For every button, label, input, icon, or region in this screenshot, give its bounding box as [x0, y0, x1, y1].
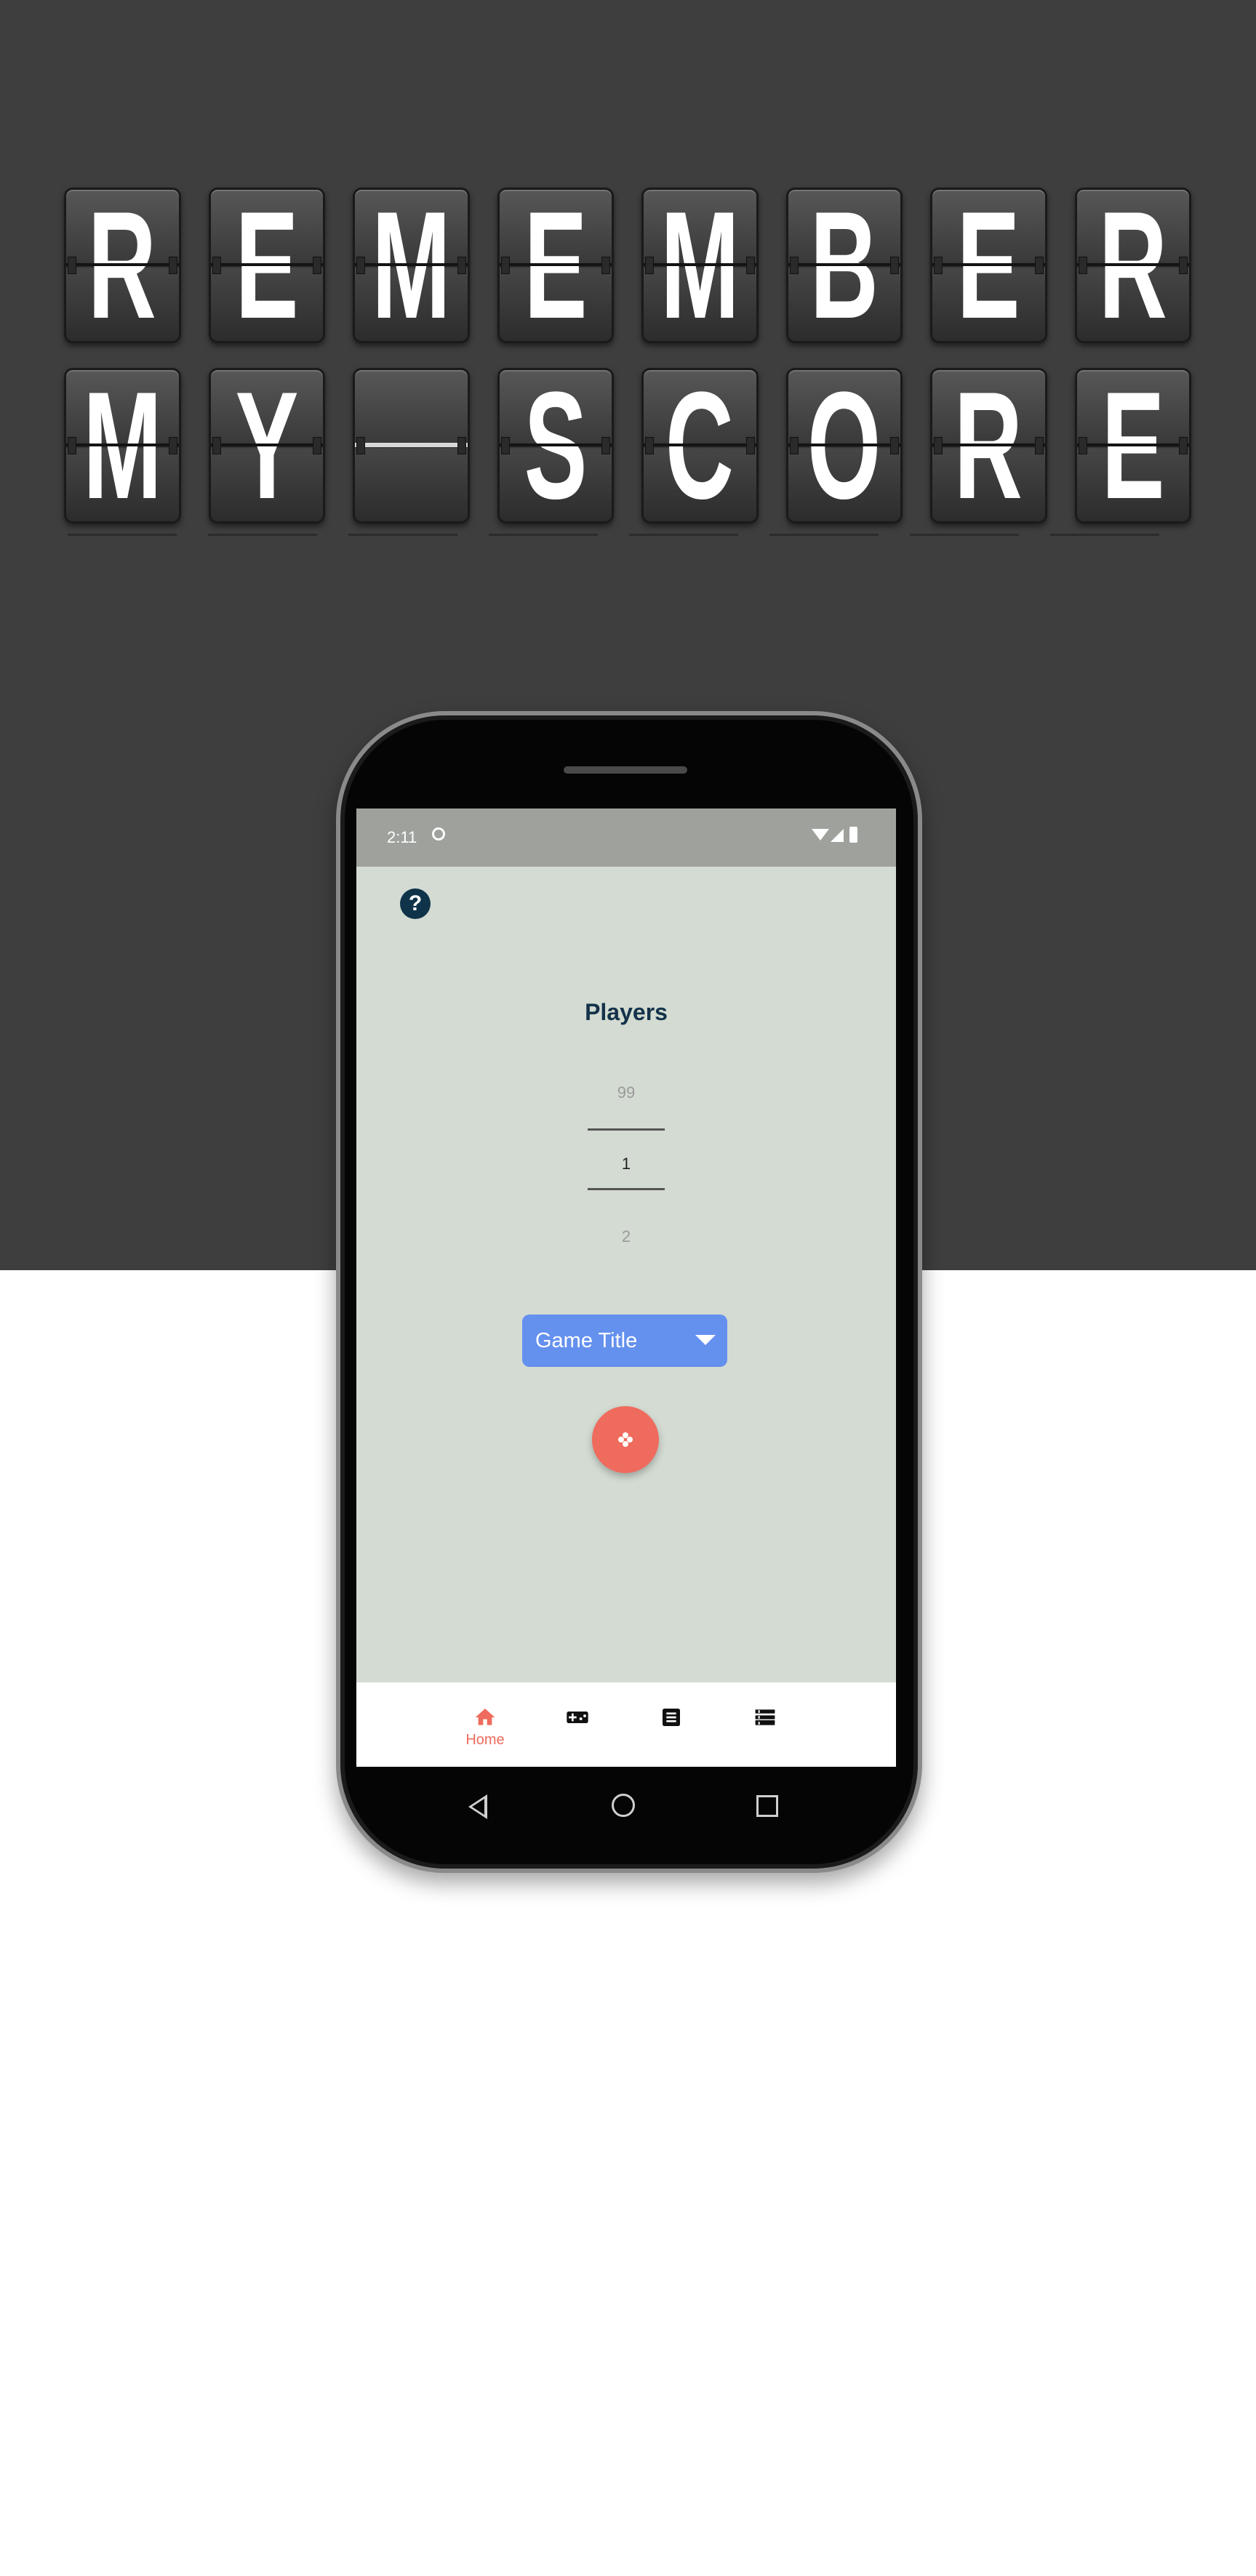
flip-tile: O [785, 368, 903, 523]
app-screen: 2:11 ? Players 99 1 2 Game Title Home [356, 808, 896, 1767]
help-icon: ? [408, 891, 423, 915]
flip-tile: R [930, 368, 1047, 523]
flip-tile: R [64, 188, 181, 343]
phone-frame: 2:11 ? Players 99 1 2 Game Title Home [336, 711, 922, 1873]
flip-tile: E [1074, 368, 1191, 523]
picker-previous-value[interactable]: 99 [356, 1083, 896, 1102]
flip-tile: E [208, 188, 325, 343]
flip-row-1: R E M E M B E R [64, 188, 1191, 343]
back-icon[interactable] [468, 1794, 487, 1819]
nav-item-scores[interactable] [642, 1682, 700, 1767]
status-time: 2:11 [387, 828, 417, 846]
picker-selected-value[interactable]: 1 [356, 1155, 896, 1173]
gamepad-icon [618, 1432, 633, 1447]
recents-icon[interactable] [756, 1795, 778, 1817]
signal-icon [831, 829, 844, 842]
flip-tile: S [497, 368, 614, 523]
document-icon [663, 1709, 680, 1726]
phone-speaker [564, 766, 687, 774]
wifi-icon [812, 829, 829, 840]
flip-tile: B [785, 188, 903, 343]
help-button[interactable]: ? [400, 888, 431, 919]
start-game-button[interactable] [592, 1406, 659, 1473]
picker-next-value[interactable]: 2 [356, 1227, 896, 1246]
game-title-value: Game Title [535, 1329, 638, 1352]
players-title: Players [585, 999, 668, 1025]
nav-item-history[interactable] [736, 1682, 794, 1767]
flip-tile-blank [353, 368, 470, 523]
flip-tile: C [641, 368, 759, 523]
nav-item-games[interactable] [548, 1682, 607, 1767]
flip-tile: M [641, 188, 759, 343]
picker-divider [588, 1188, 665, 1190]
sync-icon [432, 827, 445, 840]
flip-tile: Y [208, 368, 325, 523]
home-icon [475, 1709, 495, 1725]
flip-board: R E M E M B E R M Y S C O R E [64, 188, 1191, 536]
flip-tile: E [930, 188, 1047, 343]
bottom-navigation: Home [356, 1682, 896, 1767]
android-navigation-bar [356, 1767, 896, 1847]
home-circle-icon[interactable] [612, 1794, 635, 1817]
flip-tile: R [1074, 188, 1191, 343]
battery-icon [849, 827, 857, 843]
flip-tile: M [64, 368, 181, 523]
flip-row-2: M Y S C O R E [64, 368, 1191, 523]
gamepad-icon [567, 1712, 588, 1723]
chevron-down-icon [695, 1335, 716, 1345]
flip-board-shelf [64, 534, 1191, 536]
status-bar: 2:11 [356, 808, 896, 867]
flip-tile: M [353, 188, 470, 343]
nav-item-home[interactable]: Home [456, 1682, 514, 1767]
flip-tile: E [497, 188, 614, 343]
picker-divider [588, 1128, 665, 1131]
game-title-dropdown[interactable]: Game Title [522, 1315, 727, 1367]
list-icon [755, 1709, 775, 1725]
nav-label-home: Home [465, 1732, 505, 1748]
